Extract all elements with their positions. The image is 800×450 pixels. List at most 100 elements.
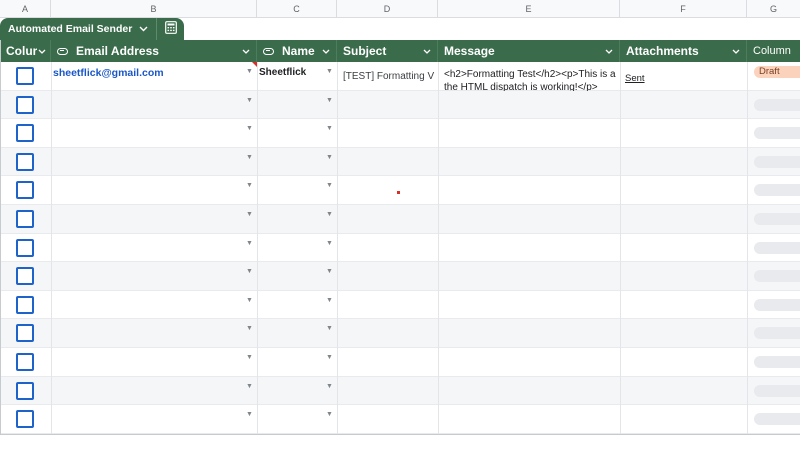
status-chip[interactable] bbox=[754, 413, 800, 426]
table-body: sheetflick@gmail.com ▼ Sheetflick ▼ [TES… bbox=[0, 62, 800, 434]
header-email-address[interactable]: Email Address bbox=[51, 40, 257, 62]
table-row: ▼ ▼ bbox=[0, 376, 800, 406]
column-letter-g[interactable]: G bbox=[747, 0, 800, 18]
chevron-down-icon bbox=[732, 46, 740, 56]
header-column-7[interactable]: Column 7 bbox=[747, 40, 800, 62]
table-name-label: Automated Email Sender bbox=[8, 23, 133, 35]
status-chip[interactable] bbox=[754, 184, 800, 197]
row-checkbox[interactable] bbox=[16, 324, 34, 343]
dropdown-arrow-icon[interactable]: ▼ bbox=[246, 211, 253, 218]
header-label: Email Address bbox=[76, 44, 159, 58]
row-checkbox[interactable] bbox=[16, 124, 34, 143]
row-checkbox[interactable] bbox=[16, 67, 34, 85]
row-checkbox[interactable] bbox=[16, 210, 34, 228]
status-chip[interactable] bbox=[754, 155, 800, 168]
column-letter-d[interactable]: D bbox=[337, 0, 438, 18]
header-label: Colur bbox=[6, 44, 37, 58]
row-checkbox[interactable] bbox=[16, 381, 34, 400]
column-divider bbox=[620, 62, 621, 450]
dropdown-arrow-icon[interactable]: ▼ bbox=[326, 211, 333, 218]
dropdown-arrow-icon[interactable]: ▼ bbox=[326, 297, 333, 304]
attachment-link[interactable]: Sent bbox=[625, 73, 645, 84]
status-chip[interactable] bbox=[754, 127, 800, 140]
table-row: ▼ ▼ bbox=[0, 119, 800, 148]
dropdown-arrow-icon[interactable]: ▼ bbox=[246, 268, 253, 275]
email-cell-value[interactable]: sheetflick@gmail.com bbox=[53, 67, 164, 79]
cell-marker-dot bbox=[397, 191, 400, 194]
dropdown-arrow-icon[interactable]: ▼ bbox=[326, 354, 333, 361]
table-row: ▼ ▼ bbox=[0, 234, 800, 263]
column-letter-a[interactable]: A bbox=[0, 0, 51, 18]
column-letter-b[interactable]: B bbox=[51, 0, 257, 18]
table-row: ▼ ▼ bbox=[0, 90, 800, 120]
dropdown-arrow-icon[interactable]: ▼ bbox=[326, 125, 333, 132]
status-chip[interactable] bbox=[754, 270, 800, 283]
row-checkbox[interactable] bbox=[16, 267, 34, 286]
dropdown-arrow-icon[interactable]: ▼ bbox=[246, 325, 253, 332]
dropdown-arrow-icon[interactable]: ▼ bbox=[326, 154, 333, 161]
name-cell-value[interactable]: Sheetflick bbox=[259, 67, 306, 78]
dropdown-arrow-icon[interactable]: ▼ bbox=[246, 411, 253, 418]
status-chip[interactable] bbox=[754, 213, 800, 225]
header-subject[interactable]: Subject bbox=[337, 40, 438, 62]
table-name-button[interactable]: Automated Email Sender bbox=[0, 18, 157, 40]
table-row: sheetflick@gmail.com ▼ Sheetflick ▼ [TES… bbox=[0, 62, 800, 93]
row-checkbox[interactable] bbox=[16, 95, 34, 114]
dropdown-arrow-icon[interactable]: ▼ bbox=[246, 68, 253, 75]
dropdown-arrow-icon[interactable]: ▼ bbox=[326, 268, 333, 275]
chevron-down-icon bbox=[139, 24, 148, 34]
row-checkbox[interactable] bbox=[16, 238, 34, 257]
status-chip[interactable] bbox=[754, 98, 800, 111]
dropdown-arrow-icon[interactable]: ▼ bbox=[246, 154, 253, 161]
status-chip[interactable] bbox=[754, 384, 800, 397]
table-row: ▼ ▼ bbox=[0, 348, 800, 377]
table-view-button[interactable] bbox=[156, 18, 185, 40]
table-row: ▼ ▼ bbox=[0, 205, 800, 234]
row-checkbox[interactable] bbox=[16, 410, 34, 429]
dropdown-arrow-icon[interactable]: ▼ bbox=[246, 182, 253, 189]
header-name[interactable]: Name bbox=[257, 40, 337, 62]
row-checkbox[interactable] bbox=[16, 353, 34, 371]
column-letter-e[interactable]: E bbox=[438, 0, 620, 18]
dropdown-arrow-icon[interactable]: ▼ bbox=[326, 68, 333, 75]
status-chip[interactable] bbox=[754, 298, 800, 311]
table-name-tab: Automated Email Sender bbox=[0, 18, 185, 40]
dropdown-arrow-icon[interactable]: ▼ bbox=[246, 383, 253, 390]
chip-icon bbox=[263, 47, 274, 55]
header-message[interactable]: Message bbox=[438, 40, 620, 62]
dropdown-arrow-icon[interactable]: ▼ bbox=[326, 325, 333, 332]
row-checkbox[interactable] bbox=[16, 181, 34, 200]
row-checkbox[interactable] bbox=[16, 152, 34, 171]
table-row: ▼ ▼ bbox=[0, 176, 800, 205]
dropdown-arrow-icon[interactable]: ▼ bbox=[326, 97, 333, 104]
dropdown-arrow-icon[interactable]: ▼ bbox=[326, 240, 333, 247]
status-chip[interactable] bbox=[754, 241, 800, 254]
table-frame-left bbox=[0, 40, 1, 435]
dropdown-arrow-icon[interactable]: ▼ bbox=[246, 297, 253, 304]
dropdown-arrow-icon[interactable]: ▼ bbox=[246, 354, 253, 361]
row-checkbox[interactable] bbox=[16, 295, 34, 314]
dropdown-arrow-icon[interactable]: ▼ bbox=[246, 97, 253, 104]
dropdown-arrow-icon[interactable]: ▼ bbox=[326, 411, 333, 418]
header-attachments[interactable]: Attachments bbox=[620, 40, 747, 62]
dropdown-arrow-icon[interactable]: ▼ bbox=[246, 240, 253, 247]
subject-cell-value[interactable]: [TEST] Formatting V bbox=[343, 71, 437, 82]
table-row: ▼ ▼ bbox=[0, 262, 800, 291]
dropdown-arrow-icon[interactable]: ▼ bbox=[326, 383, 333, 390]
status-chip[interactable]: Draft bbox=[754, 66, 800, 78]
header-label: Name bbox=[282, 44, 315, 58]
column-letter-c[interactable]: C bbox=[257, 0, 337, 18]
column-letter-f[interactable]: F bbox=[620, 0, 747, 18]
column-divider bbox=[747, 62, 748, 450]
dropdown-arrow-icon[interactable]: ▼ bbox=[246, 125, 253, 132]
status-chip[interactable] bbox=[754, 327, 800, 340]
header-colur[interactable]: Colur bbox=[0, 40, 51, 62]
header-label: Message bbox=[444, 44, 495, 58]
column-divider bbox=[438, 62, 439, 450]
status-chip[interactable] bbox=[754, 356, 800, 368]
table-row: ▼ ▼ bbox=[0, 147, 800, 177]
dropdown-arrow-icon[interactable]: ▼ bbox=[326, 182, 333, 189]
header-label: Column 7 bbox=[753, 45, 794, 57]
calculator-icon bbox=[164, 21, 177, 37]
column-divider bbox=[337, 62, 338, 450]
